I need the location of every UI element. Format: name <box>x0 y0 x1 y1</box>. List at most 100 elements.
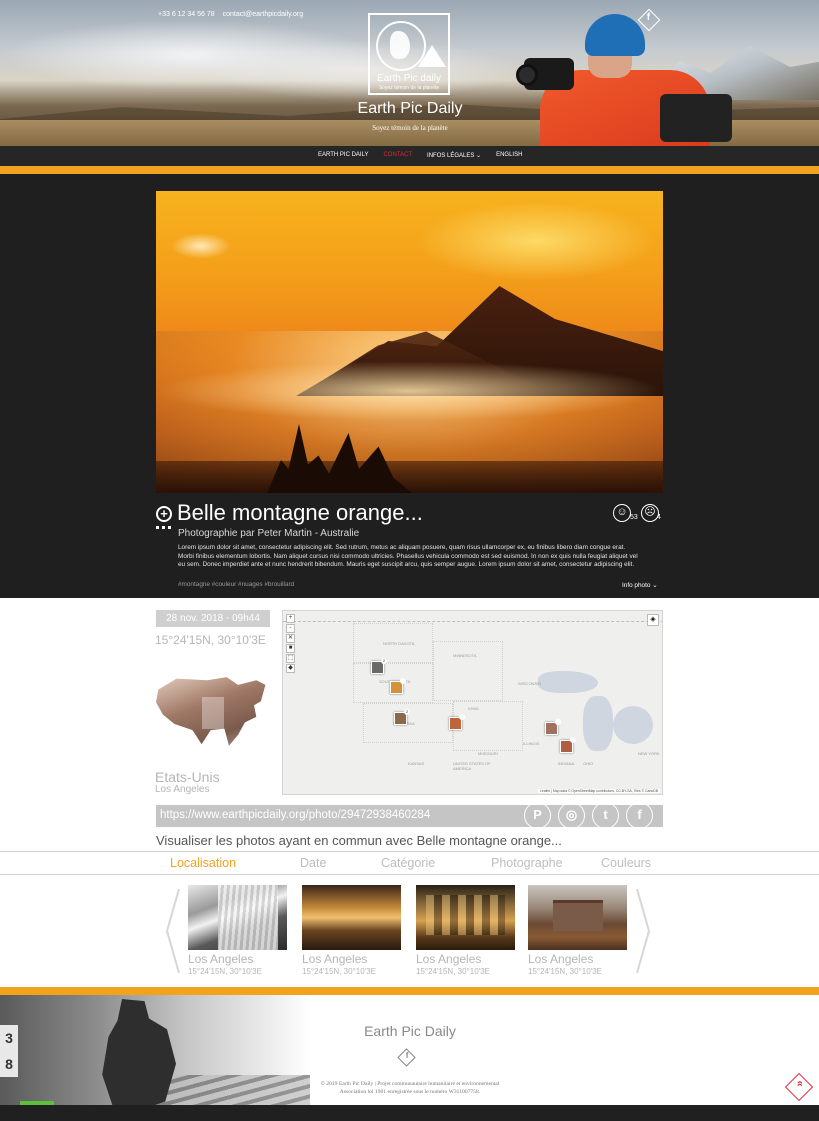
country-name: Etats-Unis <box>155 769 220 785</box>
site-logo[interactable]: Earth Pic daily Soyez témoin de la planè… <box>368 13 450 95</box>
facebook-icon[interactable]: f <box>626 802 653 829</box>
map-label: OHIO <box>583 761 594 766</box>
select-box-icon[interactable]: ⬚ <box>286 654 295 663</box>
map-marker[interactable] <box>449 714 465 730</box>
marker-badge <box>555 719 561 725</box>
filter-tabs: Localisation Date Catégorie Photographe … <box>0 851 819 875</box>
chevron-left-icon[interactable] <box>166 888 180 974</box>
map-label: NORTH DAKOTA <box>383 641 415 646</box>
map-label: MINNESOTA <box>453 653 477 658</box>
thumb-coords: 15°24'15N, 30°10'3E <box>528 967 602 976</box>
header-contact: +33 6 12 34 56 78 contact@earthpicdaily.… <box>158 11 309 18</box>
close-icon[interactable]: ✕ <box>286 634 295 643</box>
camera-lens <box>516 64 538 86</box>
marker-tool-icon[interactable]: ◆ <box>286 664 295 673</box>
hero-photo[interactable] <box>156 191 663 493</box>
map-lake <box>538 671 598 693</box>
share-url[interactable]: https://www.earthpicdaily.org/photo/2947… <box>160 809 430 821</box>
map-label: IOWA <box>468 706 479 711</box>
tab-date[interactable]: Date <box>300 856 326 870</box>
instagram-icon[interactable]: ◎ <box>558 802 585 829</box>
marker-badge <box>459 714 465 720</box>
photo-date: 28 nov. 2018 - 09h44 <box>156 610 270 627</box>
info-photo-toggle[interactable]: Info photo ⌄ <box>622 581 658 589</box>
country-map <box>156 652 270 766</box>
zoom-out-button[interactable]: - <box>286 624 295 633</box>
photo-title: Belle montagne orange... <box>177 500 423 525</box>
sad-count: 4 <box>657 514 661 521</box>
tab-couleurs[interactable]: Couleurs <box>601 856 651 870</box>
pinterest-icon[interactable]: P <box>524 802 551 829</box>
location-map[interactable]: NORTH DAKOTA SOUTH DAKOTA NEBRASKA IOWA … <box>282 610 663 795</box>
add-icon[interactable]: + <box>156 506 172 522</box>
hero-foreground <box>156 461 663 493</box>
map-state <box>433 641 503 701</box>
carousel-thumb[interactable] <box>528 885 627 950</box>
logo-subtext: Soyez témoin de la planète <box>378 85 440 91</box>
mountain-icon <box>418 45 446 67</box>
layers-icon[interactable]: ◈ <box>647 614 659 626</box>
map-attribution[interactable]: Leaflet | Map data © OpenStreetMap contr… <box>537 789 660 793</box>
site-tagline: Soyez témoin de la planète <box>372 124 448 132</box>
facebook-icon: f <box>405 1050 409 1060</box>
nav-item-contact[interactable]: CONTACT <box>383 152 412 159</box>
accent-stripe <box>0 166 819 174</box>
accent-stripe <box>0 987 819 995</box>
photographer-hat <box>585 14 645 56</box>
nav-item-infos-legales[interactable]: INFOS LÉGALES ⌄ <box>427 152 481 159</box>
map-marker[interactable]: 2 <box>394 709 410 725</box>
tab-photographe[interactable]: Photographe <box>491 856 563 870</box>
thumb-city: Los Angeles <box>528 952 594 966</box>
zoom-in-button[interactable]: + <box>286 614 295 623</box>
banner-cloud <box>200 40 520 100</box>
footer-title: Earth Pic Daily <box>364 1023 456 1039</box>
chevron-right-icon[interactable] <box>636 888 650 974</box>
twitter-icon[interactable]: t <box>592 802 619 829</box>
map-border-line <box>283 621 662 622</box>
map-label: KANSAS <box>408 761 425 766</box>
thumb-coords: 15°24'15N, 30°10'3E <box>416 967 490 976</box>
map-lake <box>583 696 613 751</box>
draw-square-icon[interactable]: ■ <box>286 644 295 653</box>
map-label: NEW YORK <box>638 751 660 756</box>
carousel-thumb[interactable] <box>302 885 401 950</box>
nav-item-earth-pic-daily[interactable]: EARTH PIC DAILY <box>318 152 368 159</box>
carousel-thumb[interactable] <box>416 885 515 950</box>
footer-facebook-button[interactable]: f <box>397 1048 416 1067</box>
city-name: Los Angeles <box>155 784 210 795</box>
footer: 3 8 Earth Pic Daily f © 2019 Earth Pic D… <box>0 995 819 1121</box>
nav-item-english[interactable]: ENGLISH <box>496 152 522 159</box>
thumb-city: Los Angeles <box>416 952 482 966</box>
site-title: Earth Pic Daily <box>357 100 463 117</box>
map-label: WISCONSIN <box>518 681 542 686</box>
map-marker[interactable]: 2 <box>371 658 387 674</box>
header-banner: +33 6 12 34 56 78 contact@earthpicdaily.… <box>0 0 819 146</box>
email-text[interactable]: contact@earthpicdaily.org <box>223 11 304 18</box>
phone-text[interactable]: +33 6 12 34 56 78 <box>158 11 215 18</box>
share-url-bar: https://www.earthpicdaily.org/photo/2947… <box>156 802 663 829</box>
map-marker[interactable] <box>545 719 561 735</box>
map-lake <box>613 706 653 744</box>
common-photos-title: Visualiser les photos ayant en commun av… <box>156 833 562 848</box>
marker-badge <box>570 737 576 743</box>
marker-badge: 2 <box>404 709 410 715</box>
footer-sign: 3 8 <box>0 1025 18 1077</box>
carousel-thumb[interactable] <box>188 885 287 950</box>
tab-localisation[interactable]: Localisation <box>170 856 236 870</box>
happy-reaction-icon[interactable]: ☺ <box>613 504 631 522</box>
more-dots-icon <box>156 526 172 529</box>
map-label: UNITED STATES OF AMERICA <box>453 761 491 771</box>
tab-categorie[interactable]: Catégorie <box>381 856 435 870</box>
photo-tags[interactable]: #montagne #couleur #nuages #brouillard <box>178 581 294 588</box>
main-nav: EARTH PIC DAILY CONTACT INFOS LÉGALES ⌄ … <box>0 146 819 166</box>
nav-items: EARTH PIC DAILY CONTACT INFOS LÉGALES ⌄ … <box>318 152 537 159</box>
map-label: INDIANA <box>558 761 575 766</box>
hero-sunglow <box>416 201 656 281</box>
thumb-coords: 15°24'15N, 30°10'3E <box>188 967 262 976</box>
map-marker[interactable] <box>390 678 406 694</box>
thumb-city: Los Angeles <box>188 952 254 966</box>
page-root: +33 6 12 34 56 78 contact@earthpicdaily.… <box>0 0 819 1121</box>
happy-count: 53 <box>630 514 638 521</box>
map-marker[interactable] <box>560 737 576 753</box>
facebook-icon: f <box>646 11 651 23</box>
